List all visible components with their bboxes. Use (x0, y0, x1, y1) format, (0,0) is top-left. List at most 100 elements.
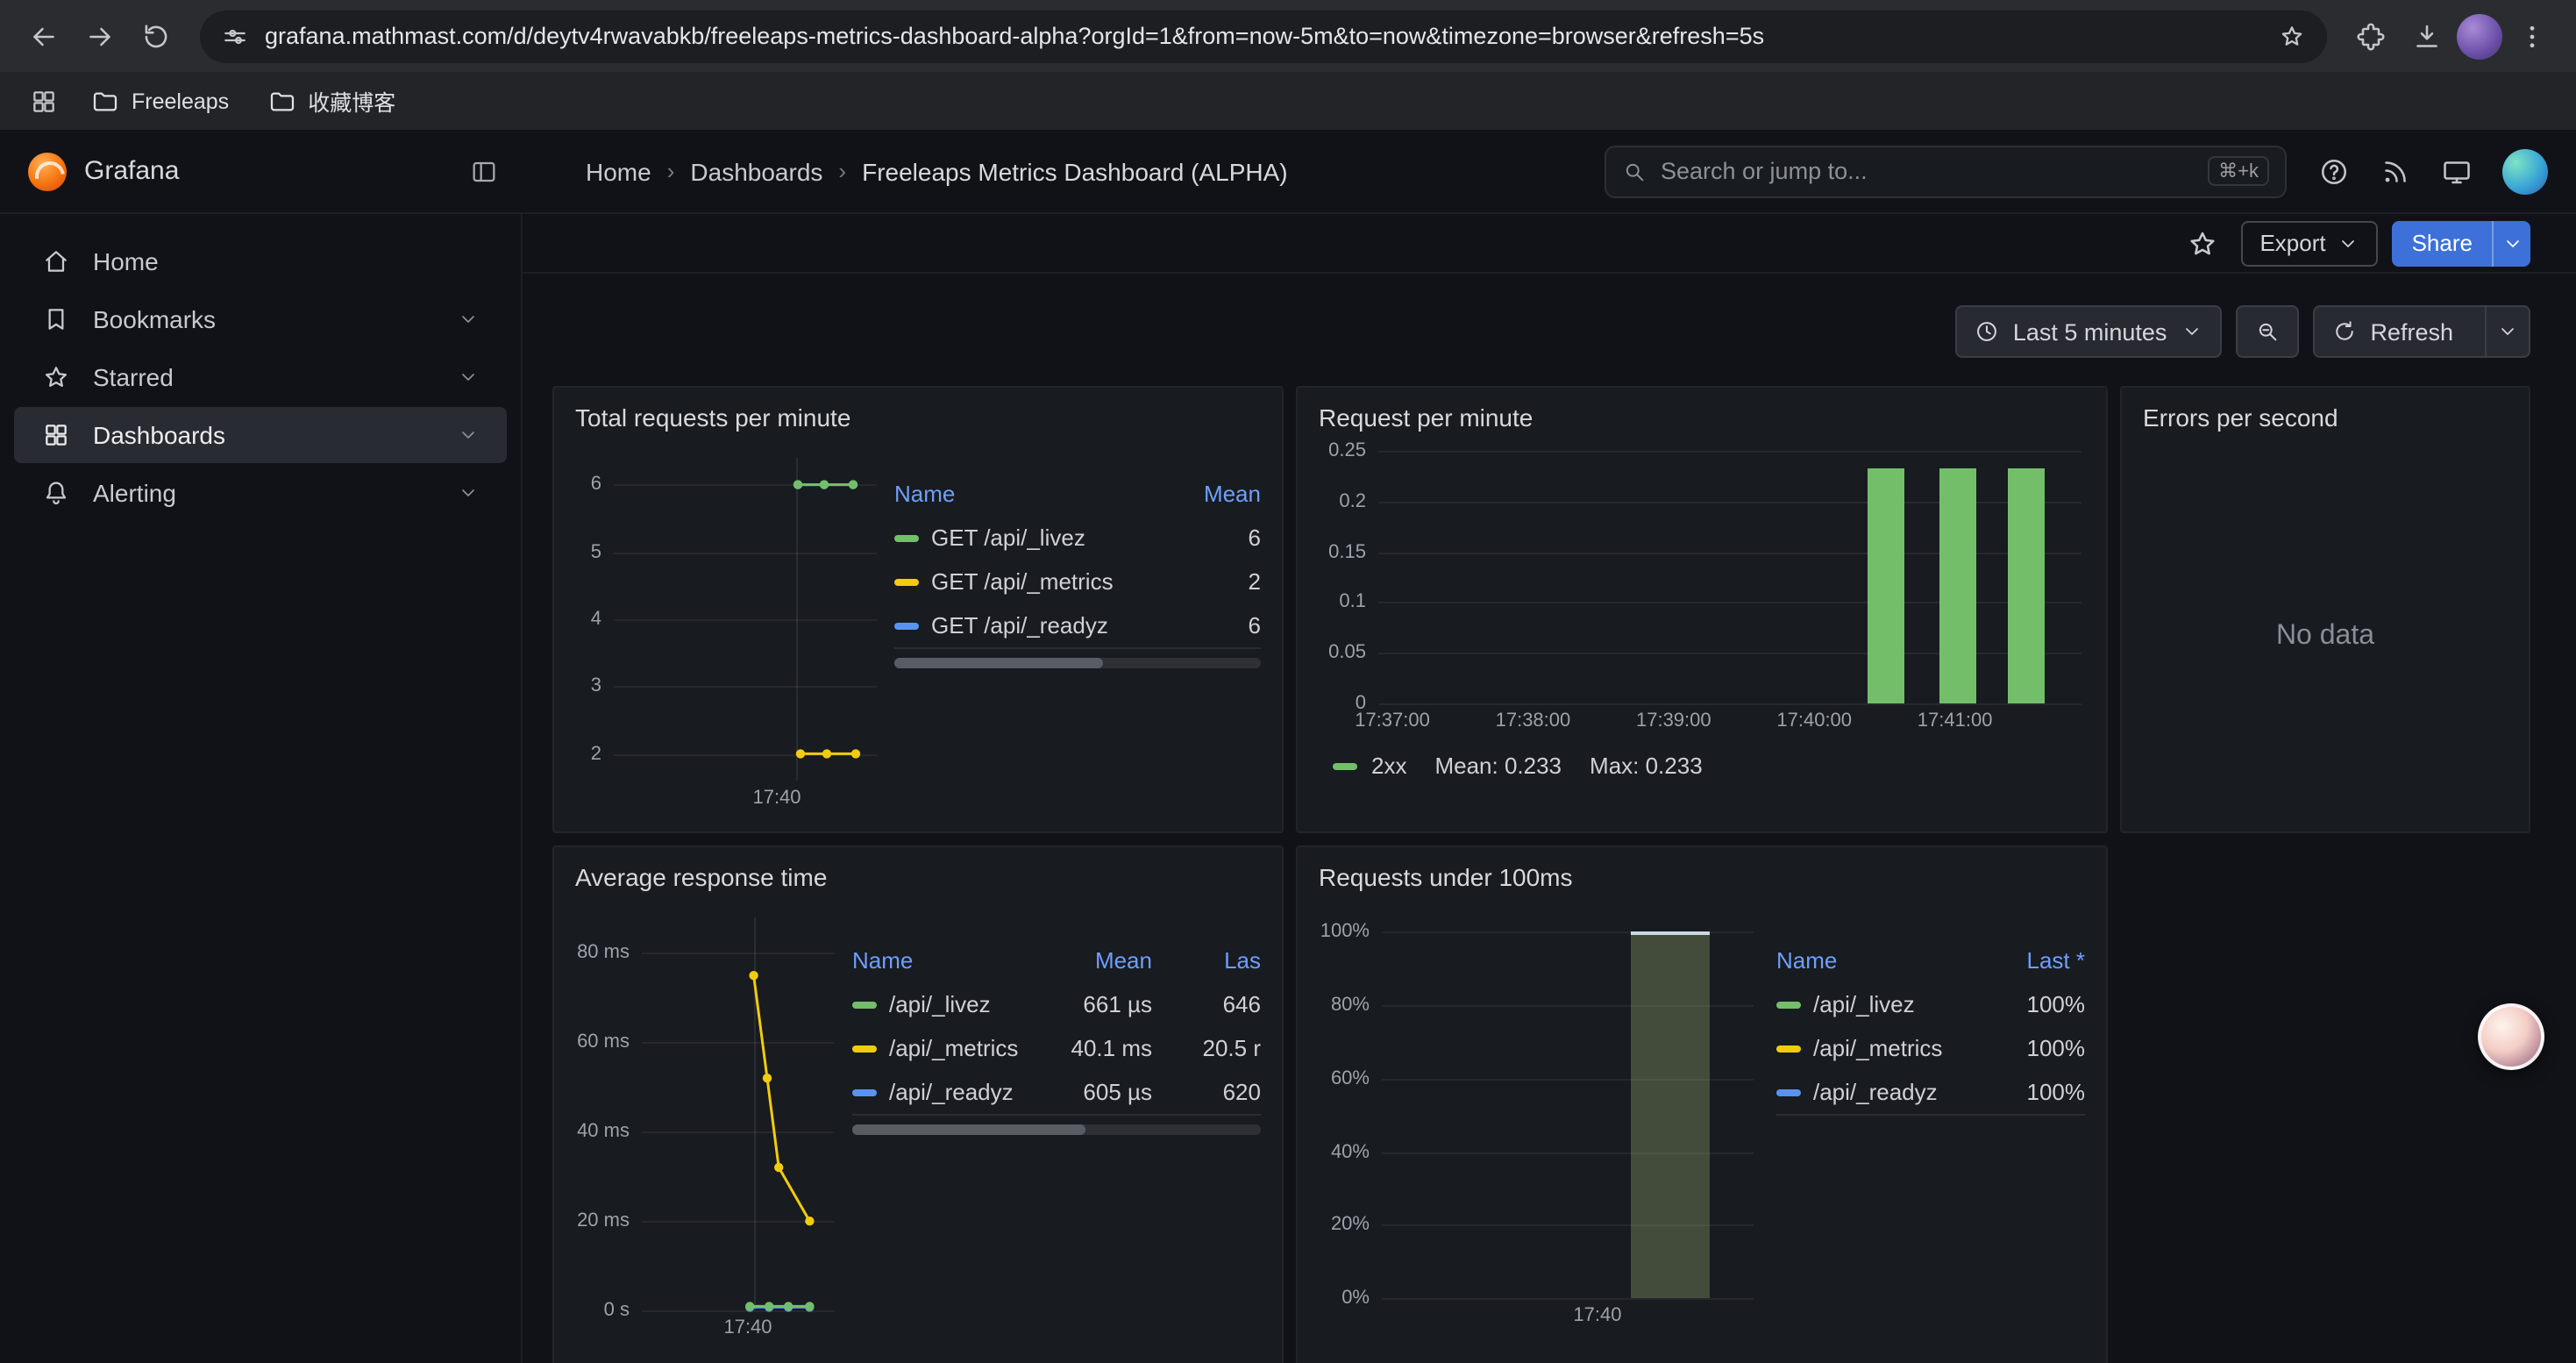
breadcrumb-dashboards[interactable]: Dashboards (690, 157, 822, 185)
bar[interactable] (2009, 468, 2046, 703)
sidebar-item-starred[interactable]: Starred (14, 349, 507, 405)
breadcrumb-separator: › (667, 158, 675, 184)
legend-scrollbar[interactable] (894, 658, 1261, 668)
panel-title[interactable]: Errors per second (2122, 388, 2529, 433)
refresh-interval-caret[interactable] (2485, 307, 2529, 356)
bookmark-item-blog[interactable]: 收藏博客 (253, 79, 409, 123)
legend-column-header[interactable]: Mean (1159, 481, 1261, 507)
bar[interactable] (1631, 932, 1709, 1298)
search-input[interactable] (1661, 158, 2194, 184)
panel-title[interactable]: Average response time (554, 847, 1282, 893)
total-requests-chart[interactable]: 65432 17:40 (568, 458, 877, 809)
x-tick-label: 17:40 (752, 788, 801, 809)
legend-row[interactable]: /api/_readyz605 µs620 (852, 1070, 1261, 1114)
grafana-logo[interactable] (28, 152, 67, 190)
bell-icon (42, 479, 70, 507)
bookmark-star-icon[interactable] (2278, 22, 2306, 50)
y-tick-label: 100% (1320, 922, 1370, 943)
url-input[interactable] (265, 23, 2262, 49)
chevron-down-icon[interactable] (458, 425, 479, 446)
share-label[interactable]: Share (2393, 220, 2492, 266)
legend-row[interactable]: /api/_metrics40.1 ms20.5 r (852, 1026, 1261, 1070)
refresh-icon (2331, 319, 2356, 344)
forward-button[interactable] (74, 10, 126, 62)
zoom-out-button[interactable] (2235, 305, 2298, 358)
chevron-down-icon[interactable] (458, 482, 479, 503)
chevron-down-icon[interactable] (458, 367, 479, 388)
reload-button[interactable] (130, 10, 182, 62)
share-menu-caret[interactable] (2492, 220, 2530, 266)
back-button[interactable] (18, 10, 70, 62)
legend-row[interactable]: /api/_metrics100% (1776, 1026, 2085, 1070)
legend-cell: GET /api/_livez (894, 525, 1152, 551)
brand-name: Grafana (84, 156, 179, 186)
sidebar-item-bookmarks[interactable]: Bookmarks (14, 291, 507, 347)
average-response-time-chart[interactable]: 80 ms60 ms40 ms20 ms0 s 17:40 (568, 917, 835, 1338)
sidebar-item-dashboards[interactable]: Dashboards (14, 407, 507, 463)
y-axis: 80 ms60 ms40 ms20 ms0 s (568, 917, 642, 1310)
gridline (1378, 603, 2081, 604)
request-per-minute-chart[interactable]: 0.250.20.150.10.050 17:37:0017:38:0017:3… (1315, 451, 2081, 731)
panel-total-requests-per-minute: Total requests per minute 65432 17:40 Na… (552, 386, 1284, 833)
legend-row[interactable]: GET /api/_livez6 (894, 516, 1261, 560)
plot-area[interactable] (1378, 451, 2081, 703)
panel-title[interactable]: Total requests per minute (554, 388, 1282, 433)
sidebar-toggle-icon[interactable] (470, 157, 498, 185)
help-icon[interactable] (2318, 155, 2350, 187)
legend-column-header[interactable]: Name (852, 947, 1043, 974)
download-icon[interactable] (2401, 10, 2453, 62)
time-range-picker[interactable]: Last 5 minutes (1955, 305, 2222, 358)
line-series[interactable] (642, 917, 835, 1310)
bar[interactable] (1939, 468, 1976, 703)
series-label[interactable]: 2xx (1371, 753, 1406, 779)
x-axis: 17:37:0017:38:0017:39:0017:40:0017:41:00 (1378, 703, 2081, 731)
news-rss-icon[interactable] (2380, 155, 2411, 187)
browser-menu-icon[interactable] (2506, 10, 2558, 62)
legend-column-header[interactable]: Mean (1050, 947, 1152, 974)
legend-column-header[interactable]: Last * (1983, 947, 2085, 974)
chevron-down-icon[interactable] (458, 309, 479, 330)
legend-row[interactable]: GET /api/_readyz6 (894, 603, 1261, 647)
address-bar[interactable] (200, 10, 2327, 62)
user-avatar[interactable] (2502, 148, 2548, 194)
x-tick-label: 17:40 (723, 1317, 772, 1338)
share-button[interactable]: Share (2393, 220, 2530, 266)
legend-row[interactable]: /api/_readyz100% (1776, 1070, 2085, 1114)
refresh-main[interactable]: Refresh (2314, 307, 2471, 356)
sidebar-item-home[interactable]: Home (14, 233, 507, 289)
legend-column-header[interactable]: Name (894, 481, 1152, 507)
plot-area[interactable] (1382, 917, 1754, 1298)
browser-profile-avatar[interactable] (2457, 13, 2502, 59)
line-series[interactable] (614, 458, 877, 781)
bookmark-item-freeleaps[interactable]: Freeleaps (77, 82, 243, 120)
extensions-icon[interactable] (2345, 10, 2397, 62)
legend-column-header[interactable]: Las (1159, 947, 1261, 974)
floating-avatar[interactable] (2478, 1003, 2544, 1070)
search-box[interactable]: ⌘+k (1605, 145, 2287, 197)
panel-title[interactable]: Request per minute (1298, 388, 2106, 433)
breadcrumb-home[interactable]: Home (586, 157, 651, 185)
refresh-button[interactable]: Refresh (2312, 305, 2530, 358)
export-button[interactable]: Export (2240, 220, 2378, 266)
bookmark-label: 收藏博客 (308, 84, 395, 118)
panel-title[interactable]: Requests under 100ms (1298, 847, 2106, 893)
site-info-icon[interactable] (221, 22, 249, 50)
sidebar-item-alerting[interactable]: Alerting (14, 465, 507, 521)
scrollbar-thumb[interactable] (894, 658, 1103, 668)
plot-area[interactable] (614, 458, 877, 781)
scrollbar-thumb[interactable] (852, 1124, 1085, 1135)
legend-column-header[interactable]: Name (1776, 947, 1976, 974)
legend-row[interactable]: GET /api/_metrics2 (894, 560, 1261, 603)
plot-area[interactable] (642, 917, 835, 1310)
legend-row[interactable]: /api/_livez100% (1776, 982, 2085, 1026)
x-tick-label: 17:40 (1573, 1305, 1621, 1326)
favorite-star-icon[interactable] (2177, 220, 2226, 266)
apps-grid-icon[interactable] (21, 78, 67, 124)
legend-inline[interactable]: 2xxMean: 0.233Max: 0.233 (1333, 753, 2081, 779)
legend-row[interactable]: /api/_livez661 µs646 (852, 982, 1261, 1026)
requests-under-100ms-chart[interactable]: 100%80%60%40%20%0% 17:40 (1312, 917, 1754, 1326)
legend-scrollbar[interactable] (852, 1124, 1261, 1135)
display-icon[interactable] (2441, 155, 2473, 187)
empty-grid-space (2120, 846, 2530, 1363)
bar[interactable] (1868, 468, 1905, 703)
